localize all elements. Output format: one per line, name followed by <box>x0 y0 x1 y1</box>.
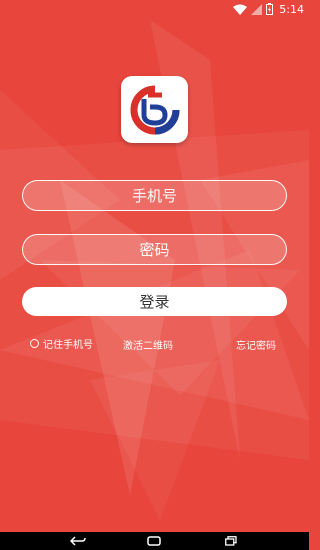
cell-signal-icon <box>251 3 263 15</box>
phone-field[interactable] <box>22 180 287 211</box>
radio-icon[interactable] <box>30 339 39 348</box>
battery-icon <box>266 3 274 15</box>
home-icon[interactable] <box>142 532 166 550</box>
remember-phone-label: 记住手机号 <box>43 340 93 351</box>
forgot-password-link[interactable]: 忘记密码 <box>236 337 276 352</box>
remember-phone-toggle[interactable]: 记住手机号 <box>30 336 93 351</box>
login-options: 记住手机号 激活二维码 忘记密码 <box>0 336 309 352</box>
login-screen: 5:14 登录 记住手机号 激活二维码 忘记密码 <box>0 0 309 550</box>
back-icon[interactable] <box>66 532 90 550</box>
app-logo <box>121 76 188 143</box>
phone-input[interactable] <box>23 181 286 210</box>
clock: 5:14 <box>279 2 304 16</box>
navigation-bar <box>0 532 309 550</box>
login-button[interactable]: 登录 <box>22 287 287 316</box>
recents-icon[interactable] <box>219 532 243 550</box>
password-field[interactable] <box>22 234 287 265</box>
password-input[interactable] <box>23 235 286 264</box>
status-bar: 5:14 <box>0 0 309 18</box>
wifi-icon <box>233 4 248 15</box>
activate-qrcode-link[interactable]: 激活二维码 <box>123 337 173 352</box>
app-logo-icon <box>130 85 179 134</box>
